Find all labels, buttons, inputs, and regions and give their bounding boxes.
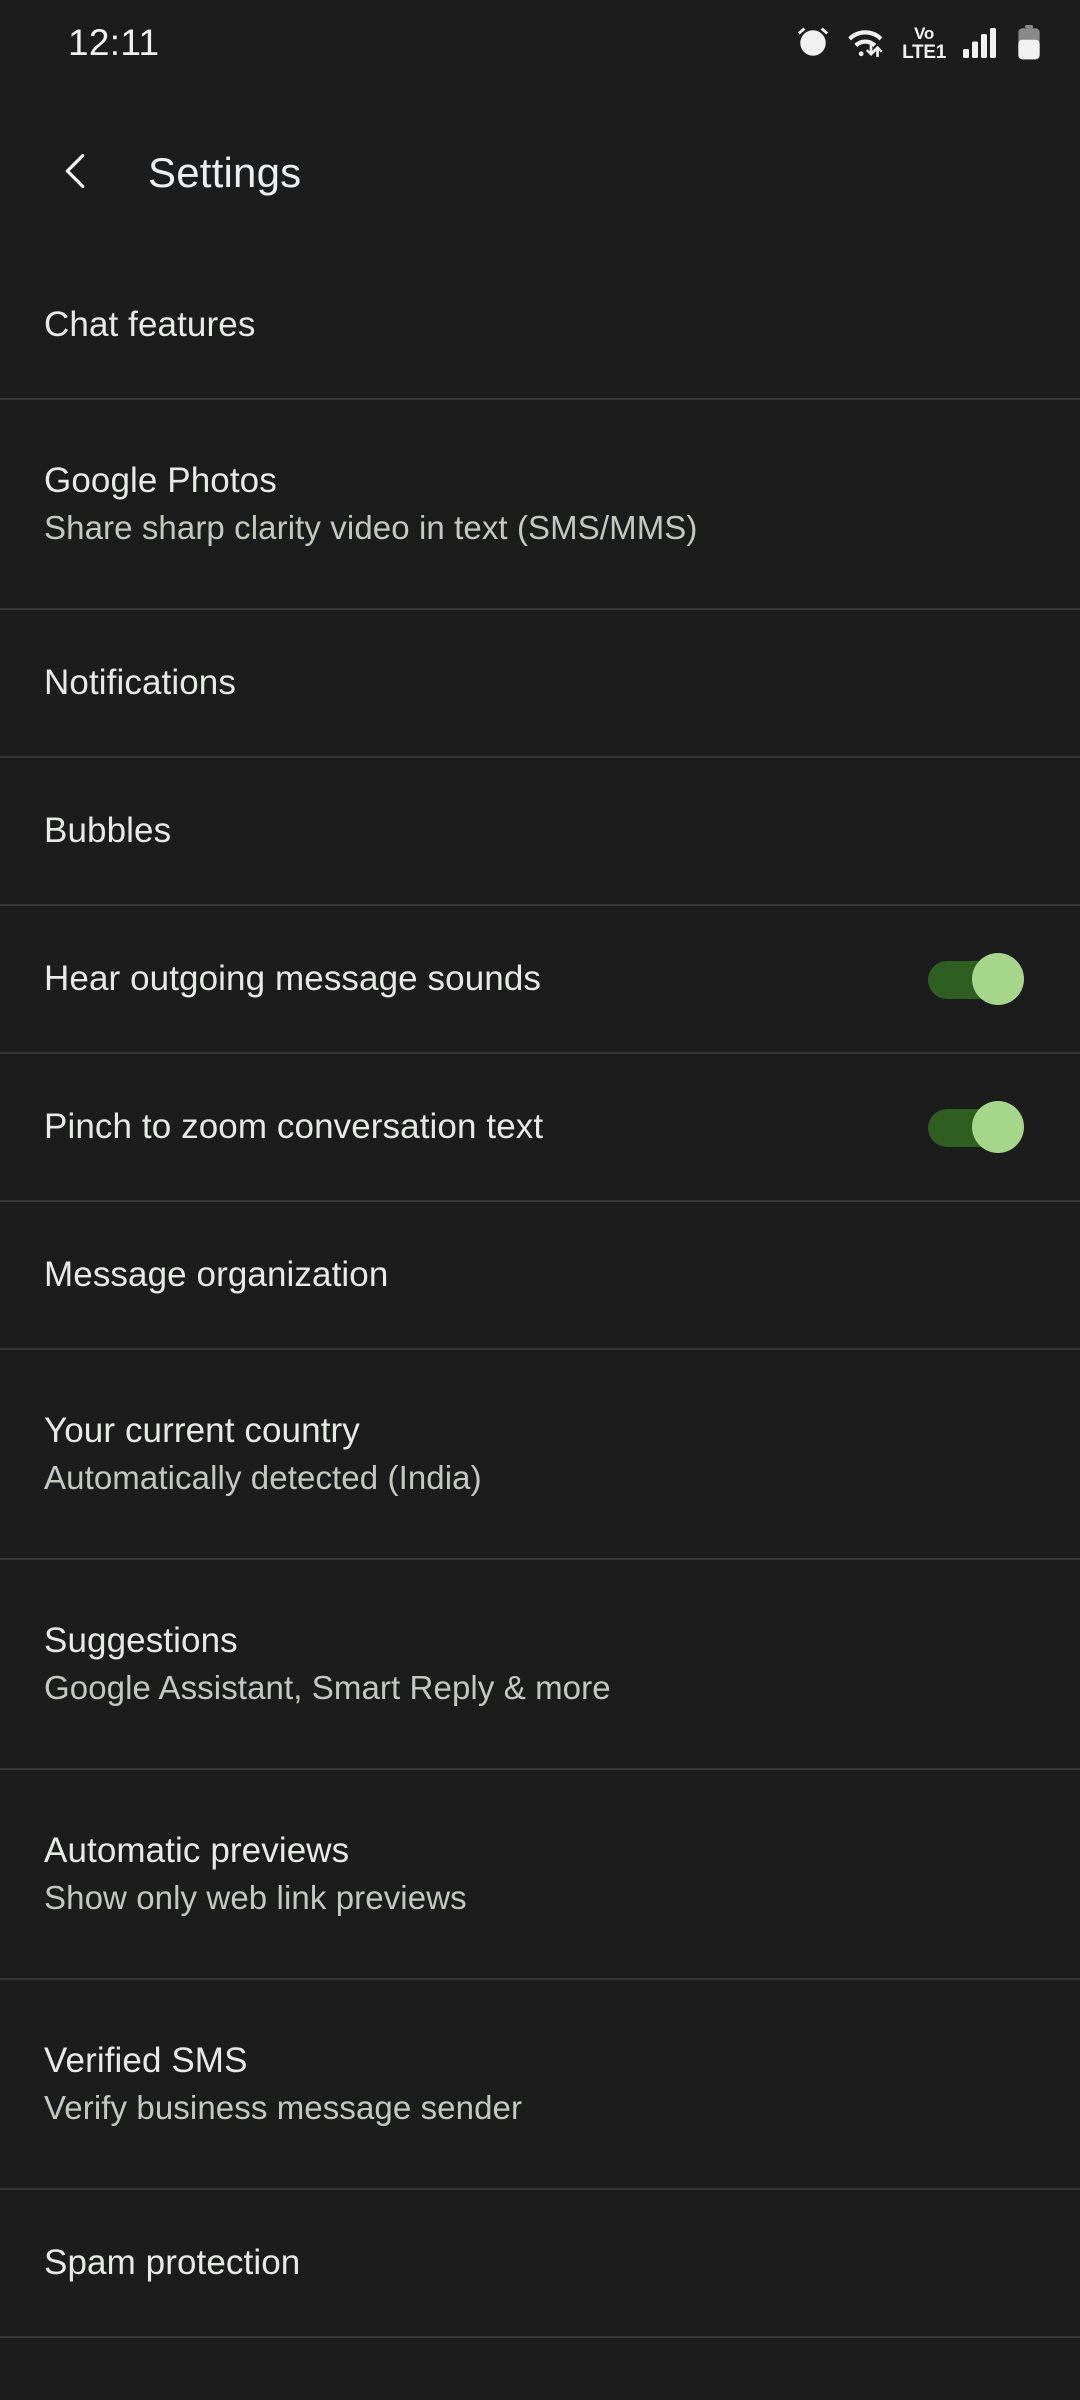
row-text: Bubbles [44, 810, 172, 851]
row-title: Spam protection [44, 2242, 301, 2282]
settings-row-suggestions[interactable]: Suggestions Google Assistant, Smart Reply… [0, 1560, 1080, 1770]
row-title: Pinch to zoom conversation text [44, 1106, 544, 1146]
toggle-thumb [972, 1101, 1024, 1153]
settings-row-spam-protection[interactable]: Spam protection [0, 2190, 1080, 2338]
settings-row-your-current-country[interactable]: Your current country Automatically detect… [0, 1350, 1080, 1560]
row-title: Chat features [44, 304, 256, 344]
settings-row-message-organization[interactable]: Message organization [0, 1202, 1080, 1350]
row-subtitle: Show only web link previews [44, 1878, 467, 1916]
settings-row-hear-outgoing-message-sounds[interactable]: Hear outgoing message sounds [0, 906, 1080, 1054]
row-text: Notifications [44, 662, 236, 703]
back-button[interactable] [28, 125, 124, 221]
row-subtitle: Google Assistant, Smart Reply & more [44, 1668, 611, 1706]
settings-row-google-photos[interactable]: Google Photos Share sharp clarity video i… [0, 400, 1080, 610]
row-subtitle: Share sharp clarity video in text (SMS/M… [44, 508, 698, 546]
row-text: Automatic previews Show only web link pre… [44, 1832, 467, 1916]
row-text: Suggestions Google Assistant, Smart Reply… [44, 1622, 611, 1706]
row-title: Message organization [44, 1254, 389, 1294]
row-title: Your current country [44, 1411, 360, 1451]
settings-list: Chat features Google Photos Share sharp cl… [0, 252, 1080, 2338]
volte-icon: Vo LTE1 [902, 25, 946, 62]
volte-top-label: Vo [914, 23, 935, 43]
alarm-icon [796, 26, 830, 60]
toggle-switch[interactable] [928, 953, 1024, 1005]
row-text: Verified SMS Verify business message send… [44, 2042, 522, 2126]
signal-icon [963, 28, 999, 58]
chevron-left-icon [53, 148, 99, 199]
app-bar: Settings [0, 117, 1080, 229]
battery-icon [1016, 25, 1042, 61]
toggle-thumb [972, 953, 1024, 1005]
row-subtitle: Verify business message sender [44, 2088, 523, 2126]
row-title: Suggestions [44, 1621, 238, 1661]
row-text: Your current country Automatically detect… [44, 1412, 482, 1496]
settings-row-automatic-previews[interactable]: Automatic previews Show only web link pre… [0, 1770, 1080, 1980]
settings-screen: 12:11 Vo LTE1 Settings Chat features Goo… [0, 0, 1080, 2400]
row-subtitle: Automatically detected (India) [44, 1458, 482, 1496]
status-bar-clock: 12:11 [68, 22, 160, 63]
settings-row-notifications[interactable]: Notifications [0, 610, 1080, 758]
row-text: Google Photos Share sharp clarity video i… [44, 462, 698, 546]
row-title: Verified SMS [44, 2041, 248, 2081]
row-text: Pinch to zoom conversation text [44, 1106, 544, 1147]
row-title: Bubbles [44, 810, 172, 850]
status-bar: 12:11 Vo LTE1 [0, 0, 1080, 86]
row-title: Notifications [44, 662, 236, 702]
toggle-switch[interactable] [928, 1101, 1024, 1153]
row-title: Automatic previews [44, 1831, 350, 1871]
status-bar-icons: Vo LTE1 [796, 25, 1042, 62]
row-title: Google Photos [44, 461, 277, 501]
settings-row-chat-features[interactable]: Chat features [0, 252, 1080, 400]
row-title: Hear outgoing message sounds [44, 958, 542, 998]
volte-bottom-label: LTE1 [902, 41, 946, 63]
row-text: Spam protection [44, 2242, 301, 2283]
settings-row-verified-sms[interactable]: Verified SMS Verify business message send… [0, 1980, 1080, 2190]
row-text: Message organization [44, 1254, 389, 1295]
settings-row-pinch-to-zoom-conversation-text[interactable]: Pinch to zoom conversation text [0, 1054, 1080, 1202]
settings-row-bubbles[interactable]: Bubbles [0, 758, 1080, 906]
page-title: Settings [148, 149, 302, 196]
row-text: Chat features [44, 304, 256, 345]
row-text: Hear outgoing message sounds [44, 958, 542, 999]
wifi-icon [847, 26, 885, 60]
